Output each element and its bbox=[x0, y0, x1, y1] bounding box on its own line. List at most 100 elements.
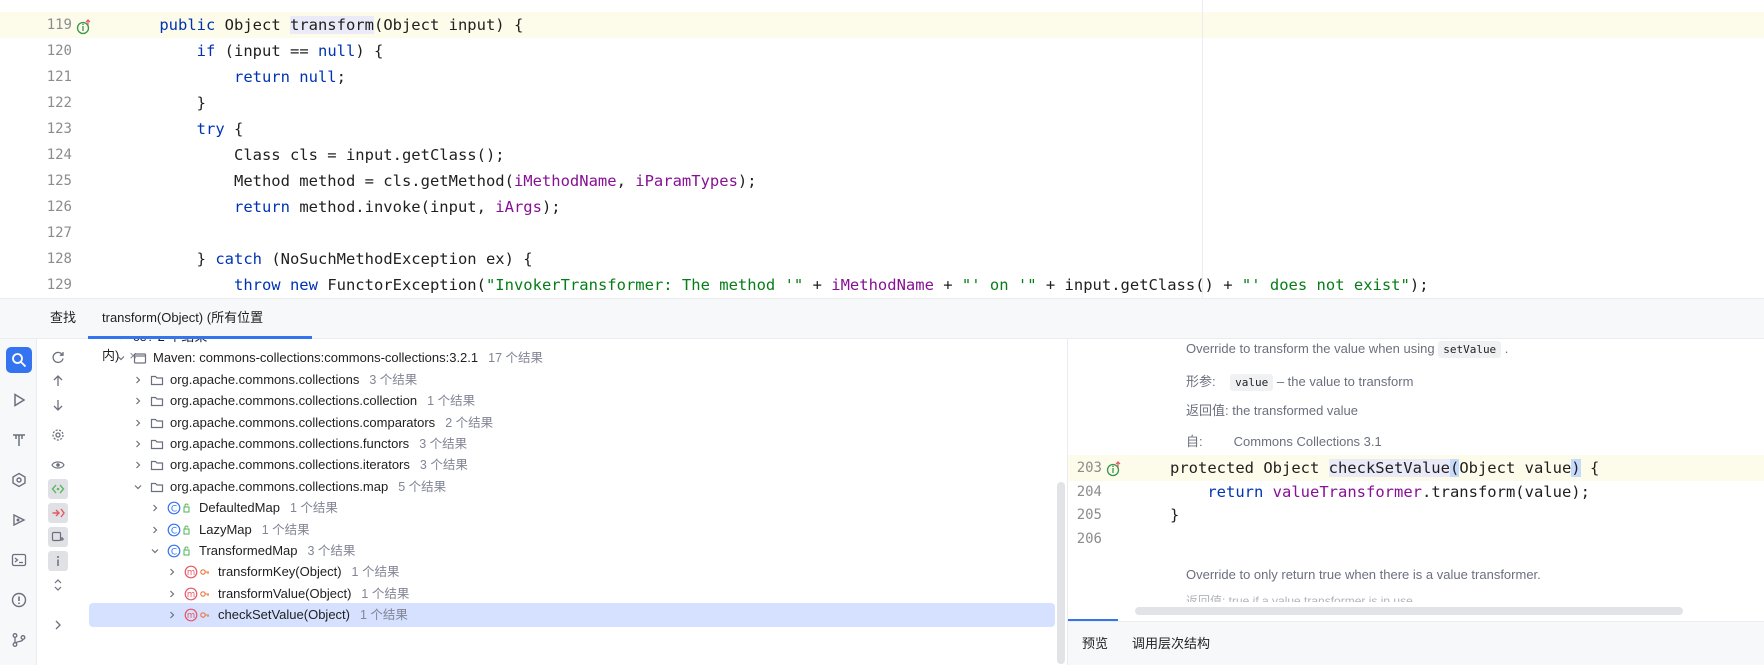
tree-row-label: transformKey(Object) bbox=[218, 564, 342, 580]
code-text[interactable]: throw new FunctorException("InvokerTrans… bbox=[122, 272, 1429, 298]
code-text[interactable]: } catch (NoSuchMethodException ex) { bbox=[122, 246, 533, 272]
tree-row[interactable]: C DefaultedMap 1 个结果 bbox=[89, 496, 1055, 520]
result-count: 3 个结果 bbox=[419, 458, 468, 473]
code-text[interactable]: Class cls = input.getClass(); bbox=[122, 142, 505, 168]
info-icon[interactable] bbox=[48, 551, 68, 571]
terminal-icon[interactable] bbox=[6, 547, 32, 573]
debug-icon[interactable] bbox=[6, 507, 32, 533]
group-by-icon[interactable] bbox=[48, 527, 68, 547]
tab-call-hierarchy[interactable]: 调用层次结构 bbox=[1132, 622, 1210, 665]
code-line[interactable]: 129 throw new FunctorException("InvokerT… bbox=[0, 272, 1764, 298]
chevron-right-icon[interactable] bbox=[147, 496, 163, 520]
result-count: 1 个结果 bbox=[427, 394, 476, 409]
chevron-right-icon[interactable] bbox=[130, 432, 146, 456]
code-text[interactable]: return valueTransformer.transform(value)… bbox=[1170, 479, 1590, 505]
tree-row-label: transformValue(Object) bbox=[218, 585, 352, 601]
arrow-up-icon[interactable] bbox=[48, 371, 68, 391]
chevron-right-icon[interactable] bbox=[130, 368, 146, 392]
code-text[interactable]: return null; bbox=[122, 64, 346, 90]
tree-row[interactable]: C LazyMap 1 个结果 bbox=[89, 518, 1055, 542]
code-text[interactable]: } bbox=[122, 90, 206, 116]
tree-row-selected[interactable]: m checkSetValue(Object) 1 个结果 bbox=[89, 603, 1055, 628]
preview-code-line[interactable]: 205} bbox=[1068, 502, 1764, 528]
tool-window-tabbar: 查找 transform(Object) (所有位置 内) × bbox=[0, 299, 1764, 363]
doc-summary: Override to transform the value when usi… bbox=[1186, 341, 1509, 358]
chevron-down-icon[interactable] bbox=[147, 539, 163, 563]
problems-icon[interactable] bbox=[6, 587, 32, 613]
code-text[interactable]: return method.invoke(input, iArgs); bbox=[122, 194, 561, 220]
arrow-down-icon[interactable] bbox=[48, 395, 68, 415]
svg-text:m: m bbox=[187, 611, 195, 621]
line-number: 123 bbox=[46, 121, 72, 137]
preview-code-line[interactable]: 203 protected Object checkSetValue(Object… bbox=[1068, 455, 1764, 481]
tree-row[interactable]: org.apache.commons.collections.map 5 个结果 bbox=[89, 475, 1055, 499]
results-tree[interactable]: ce? 2 个结果Maven: commons-collections:comm… bbox=[79, 339, 1057, 665]
chevron-right-icon[interactable] bbox=[130, 453, 146, 477]
tree-row[interactable]: org.apache.commons.collections 3 个结果 bbox=[89, 368, 1055, 392]
tree-row[interactable]: org.apache.commons.collections.functors 3… bbox=[89, 432, 1055, 456]
chevron-right-icon[interactable] bbox=[130, 411, 146, 435]
line-number: 122 bbox=[46, 95, 72, 111]
tree-row[interactable]: Maven: commons-collections:commons-colle… bbox=[89, 346, 1055, 370]
code-text[interactable]: try { bbox=[122, 116, 244, 142]
code-line[interactable]: 120 if (input == null) { bbox=[0, 38, 1764, 64]
implementing-method-icon[interactable] bbox=[1106, 459, 1122, 477]
tree-row[interactable]: m transformValue(Object) 1 个结果 bbox=[89, 582, 1055, 606]
code-line[interactable]: 128 } catch (NoSuchMethodException ex) { bbox=[0, 246, 1764, 272]
git-icon[interactable] bbox=[6, 627, 32, 653]
line-number: 203 bbox=[1076, 460, 1102, 476]
implementing-method-icon[interactable] bbox=[76, 17, 92, 35]
preview-code-line[interactable]: 206 bbox=[1068, 526, 1764, 552]
line-number: 205 bbox=[1076, 507, 1102, 523]
tree-row-label: org.apache.commons.collections.functors bbox=[170, 436, 410, 451]
chevron-right-icon[interactable] bbox=[164, 560, 180, 584]
chevron-right-icon[interactable] bbox=[147, 518, 163, 542]
expand-collapse-icon[interactable] bbox=[48, 575, 68, 595]
chevron-right-icon[interactable] bbox=[164, 582, 180, 606]
code-text[interactable]: if (input == null) { bbox=[122, 38, 384, 64]
chevron-right-icon[interactable] bbox=[48, 615, 68, 635]
tree-row[interactable]: m transformKey(Object) 1 个结果 bbox=[89, 560, 1055, 584]
tab-preview[interactable]: 预览 bbox=[1082, 622, 1108, 665]
find-icon[interactable] bbox=[6, 347, 32, 373]
preview-pane: Override to transform the value when usi… bbox=[1067, 339, 1764, 665]
code-editor[interactable]: 119 public Object transform(Object input… bbox=[0, 0, 1764, 298]
build-icon[interactable] bbox=[6, 427, 32, 453]
tree-row[interactable]: org.apache.commons.collections.collectio… bbox=[89, 389, 1055, 413]
horizontal-scrollbar[interactable] bbox=[1135, 607, 1683, 615]
tab-find[interactable]: 查找 bbox=[50, 299, 76, 339]
code-text[interactable]: Method method = cls.getMethod(iMethodNam… bbox=[122, 168, 757, 194]
chevron-right-icon[interactable] bbox=[164, 603, 180, 627]
tree-row[interactable]: C TransformedMap 3 个结果 bbox=[89, 539, 1055, 563]
code-text[interactable]: protected Object checkSetValue(Object va… bbox=[1170, 455, 1599, 481]
rerun-icon[interactable] bbox=[48, 347, 68, 367]
code-line[interactable]: 125 Method method = cls.getMethod(iMetho… bbox=[0, 168, 1764, 194]
preview-code-line[interactable]: 204 return valueTransformer.transform(va… bbox=[1068, 479, 1764, 505]
tree-row[interactable]: org.apache.commons.collections.iterators… bbox=[89, 453, 1055, 477]
code-line[interactable]: 123 try { bbox=[0, 116, 1764, 142]
write-access-icon[interactable] bbox=[48, 503, 68, 523]
code-text[interactable]: } bbox=[1170, 502, 1179, 528]
read-access-icon[interactable] bbox=[48, 479, 68, 499]
code-line[interactable]: 127 bbox=[0, 220, 1764, 246]
code-text[interactable]: public Object transform(Object input) { bbox=[122, 12, 523, 38]
services-icon[interactable] bbox=[6, 467, 32, 493]
chevron-right-icon[interactable] bbox=[130, 389, 146, 413]
class-icon: C bbox=[167, 523, 193, 537]
tab-search-results[interactable]: transform(Object) (所有位置 内) × bbox=[88, 299, 312, 363]
line-number: 119 bbox=[46, 17, 72, 33]
code-line[interactable]: 119 public Object transform(Object input… bbox=[0, 12, 1764, 38]
vertical-scrollbar[interactable] bbox=[1057, 482, 1065, 664]
run-icon[interactable] bbox=[6, 387, 32, 413]
settings-icon[interactable] bbox=[48, 425, 68, 445]
chevron-down-icon[interactable] bbox=[113, 346, 129, 370]
code-line[interactable]: 122 } bbox=[0, 90, 1764, 116]
code-line[interactable]: 121 return null; bbox=[0, 64, 1764, 90]
code-line[interactable]: 124 Class cls = input.getClass(); bbox=[0, 142, 1764, 168]
tree-row[interactable]: org.apache.commons.collections.comparato… bbox=[89, 411, 1055, 435]
tree-row-label: DefaultedMap bbox=[199, 500, 280, 516]
eye-icon[interactable] bbox=[48, 455, 68, 475]
chevron-down-icon[interactable] bbox=[130, 475, 146, 499]
svg-text:m: m bbox=[187, 590, 195, 600]
code-line[interactable]: 126 return method.invoke(input, iArgs); bbox=[0, 194, 1764, 220]
